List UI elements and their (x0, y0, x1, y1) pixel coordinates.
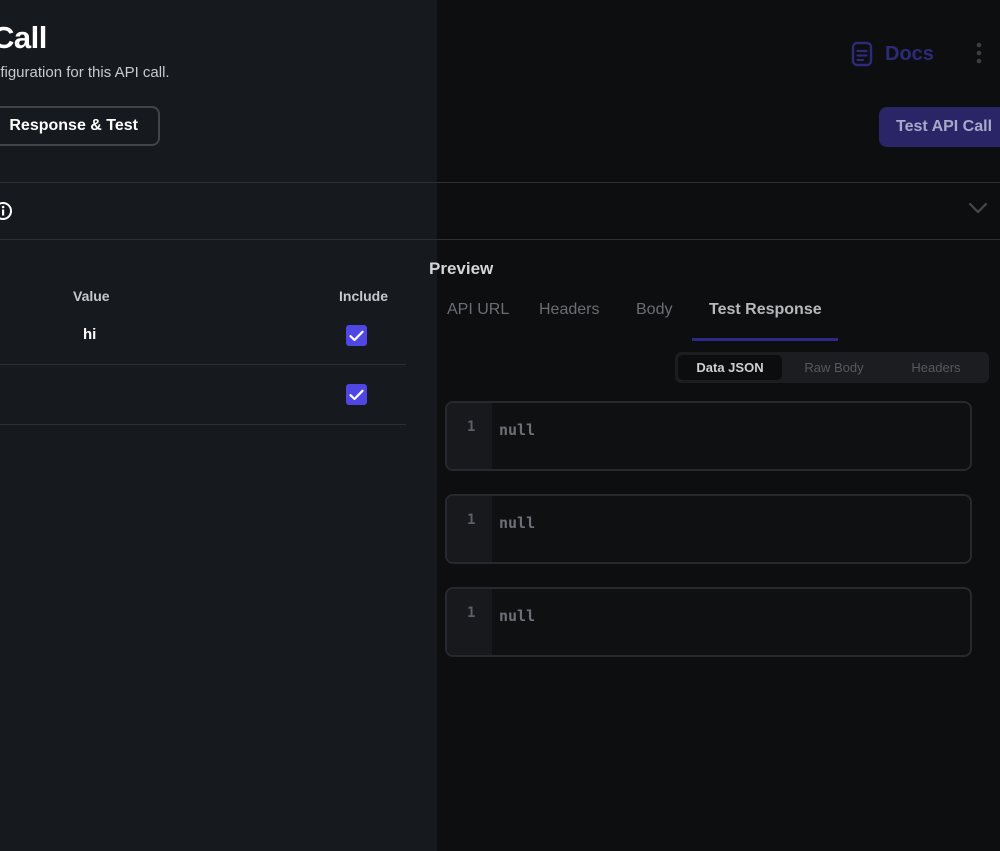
preview-heading: Preview (429, 259, 494, 278)
line-gutter: 1 (447, 403, 492, 469)
app-root: Call nfiguration for this API call. Resp… (0, 0, 1000, 851)
chevron-down-icon[interactable] (968, 201, 988, 215)
kebab-menu-icon[interactable] (974, 42, 984, 64)
segment-data-json[interactable]: Data JSON (678, 355, 782, 380)
config-panel: Call nfiguration for this API call. Resp… (0, 0, 437, 851)
page-title: Call (0, 20, 47, 55)
active-tab-indicator (692, 338, 838, 341)
line-number: 1 (467, 605, 476, 621)
docs-link[interactable]: Docs (851, 40, 934, 68)
info-icon[interactable] (0, 201, 13, 221)
column-header-value: Value (73, 288, 110, 304)
tab-headers[interactable]: Headers (539, 301, 599, 319)
line-number: 1 (467, 512, 476, 528)
tab-response-test[interactable]: Response & Test (0, 106, 160, 146)
test-api-call-button[interactable]: Test API Call (879, 107, 1000, 147)
code-line: null (499, 421, 536, 439)
segment-raw-body[interactable]: Raw Body (784, 355, 884, 380)
row-divider (0, 424, 406, 425)
json-code-block[interactable]: 1 null (445, 401, 972, 471)
include-checkbox[interactable] (346, 325, 367, 346)
docs-label: Docs (885, 42, 934, 65)
response-view-toggle: Data JSON Raw Body Headers (675, 352, 989, 383)
section-divider (0, 182, 1000, 183)
code-line: null (499, 607, 536, 625)
check-icon (349, 389, 364, 400)
section-divider (0, 239, 1000, 240)
check-icon (349, 330, 364, 341)
row-divider (0, 364, 406, 365)
tab-test-response[interactable]: Test Response (709, 301, 822, 319)
tab-body[interactable]: Body (636, 301, 672, 319)
page-subtitle: nfiguration for this API call. (0, 64, 170, 81)
document-icon (851, 41, 873, 67)
variable-value[interactable]: hi (83, 326, 96, 343)
line-number: 1 (467, 419, 476, 435)
code-line: null (499, 514, 536, 532)
segment-headers[interactable]: Headers (886, 355, 986, 380)
line-gutter: 1 (447, 496, 492, 562)
include-checkbox[interactable] (346, 384, 367, 405)
json-code-block[interactable]: 1 null (445, 587, 972, 657)
json-code-block[interactable]: 1 null (445, 494, 972, 564)
column-header-include: Include (339, 288, 389, 304)
tab-api-url[interactable]: API URL (447, 301, 509, 319)
line-gutter: 1 (447, 589, 492, 655)
